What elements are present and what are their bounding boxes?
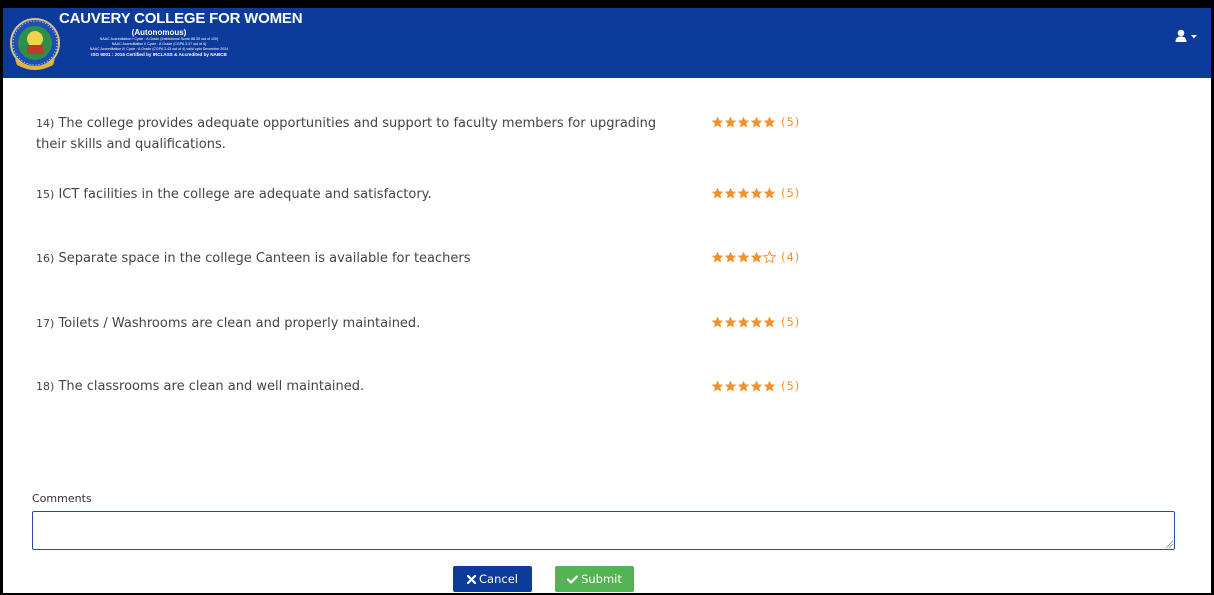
question-number: 14) — [36, 117, 55, 130]
feedback-form: 14) The college provides adequate opport… — [3, 78, 1211, 593]
app-header: CAUVERY COLLEGE FOR WOMEN (Autonomous) N… — [3, 8, 1211, 78]
star-filled-icon[interactable] — [750, 116, 763, 128]
star-filled-icon[interactable] — [750, 316, 763, 328]
question-15: 15) ICT facilities in the college are ad… — [36, 184, 686, 205]
question-number: 17) — [36, 317, 55, 330]
question-14: 14) The college provides adequate opport… — [36, 113, 686, 155]
college-subtitle: (Autonomous) — [131, 28, 187, 37]
star-rating[interactable]: (5) — [711, 315, 800, 329]
question-number: 15) — [36, 188, 55, 201]
question-number: 18) — [36, 380, 55, 393]
star-filled-icon[interactable] — [737, 187, 750, 199]
rating-value: (5) — [781, 315, 801, 329]
question-text: Toilets / Washrooms are clean and proper… — [58, 316, 421, 331]
rating-value: (5) — [781, 379, 801, 393]
rating-value: (4) — [781, 250, 801, 264]
user-menu-toggle[interactable] — [1175, 28, 1203, 44]
star-rating[interactable]: (5) — [711, 186, 800, 200]
comments-field[interactable] — [32, 511, 1175, 550]
caret-down-icon — [1191, 35, 1197, 39]
star-filled-icon[interactable] — [724, 380, 737, 392]
question-17: 17) Toilets / Washrooms are clean and pr… — [36, 313, 686, 334]
submit-label: Submit — [581, 572, 622, 586]
resize-grip-icon[interactable] — [1165, 540, 1174, 549]
star-rating[interactable]: (5) — [711, 115, 800, 129]
college-title-block: CAUVERY COLLEGE FOR WOMEN (Autonomous) N… — [59, 10, 319, 76]
star-filled-icon[interactable] — [750, 251, 763, 263]
question-number: 16) — [36, 252, 55, 265]
star-filled-icon[interactable] — [750, 380, 763, 392]
question-16: 16) Separate space in the college Cantee… — [36, 248, 686, 269]
question-text: ICT facilities in the college are adequa… — [58, 187, 432, 202]
star-rating[interactable]: (5) — [711, 379, 800, 393]
question-18: 18) The classrooms are clean and well ma… — [36, 376, 686, 397]
star-filled-icon[interactable] — [763, 187, 776, 199]
comments-label: Comments — [32, 492, 92, 505]
star-filled-icon[interactable] — [711, 187, 724, 199]
question-text: The classrooms are clean and well mainta… — [58, 379, 365, 394]
cancel-button[interactable]: Cancel — [453, 566, 532, 592]
cancel-label: Cancel — [479, 572, 518, 586]
star-filled-icon[interactable] — [711, 251, 724, 263]
star-filled-icon[interactable] — [737, 251, 750, 263]
college-name: CAUVERY COLLEGE FOR WOMEN — [59, 10, 303, 27]
question-text: Separate space in the college Canteen is… — [58, 251, 471, 266]
star-filled-icon[interactable] — [724, 187, 737, 199]
star-filled-icon[interactable] — [750, 187, 763, 199]
star-filled-icon[interactable] — [711, 116, 724, 128]
star-filled-icon[interactable] — [724, 116, 737, 128]
times-icon — [467, 574, 477, 584]
rating-value: (5) — [781, 115, 801, 129]
star-filled-icon[interactable] — [711, 380, 724, 392]
star-filled-icon[interactable] — [763, 116, 776, 128]
college-logo — [10, 18, 60, 70]
star-rating[interactable]: (4) — [711, 250, 800, 264]
star-filled-icon[interactable] — [737, 116, 750, 128]
rating-value: (5) — [781, 186, 801, 200]
user-icon — [1175, 29, 1187, 42]
star-filled-icon[interactable] — [763, 316, 776, 328]
star-filled-icon[interactable] — [724, 251, 737, 263]
check-icon — [567, 574, 579, 584]
star-empty-icon[interactable] — [763, 251, 776, 263]
question-text: The college provides adequate opportunit… — [36, 116, 657, 152]
star-filled-icon[interactable] — [737, 380, 750, 392]
submit-button[interactable]: Submit — [555, 566, 634, 592]
iso-certification: ISO 9001 : 2015 Certified by IRCLASS & A… — [91, 52, 227, 57]
star-filled-icon[interactable] — [737, 316, 750, 328]
star-filled-icon[interactable] — [763, 380, 776, 392]
star-filled-icon[interactable] — [724, 316, 737, 328]
star-filled-icon[interactable] — [711, 316, 724, 328]
